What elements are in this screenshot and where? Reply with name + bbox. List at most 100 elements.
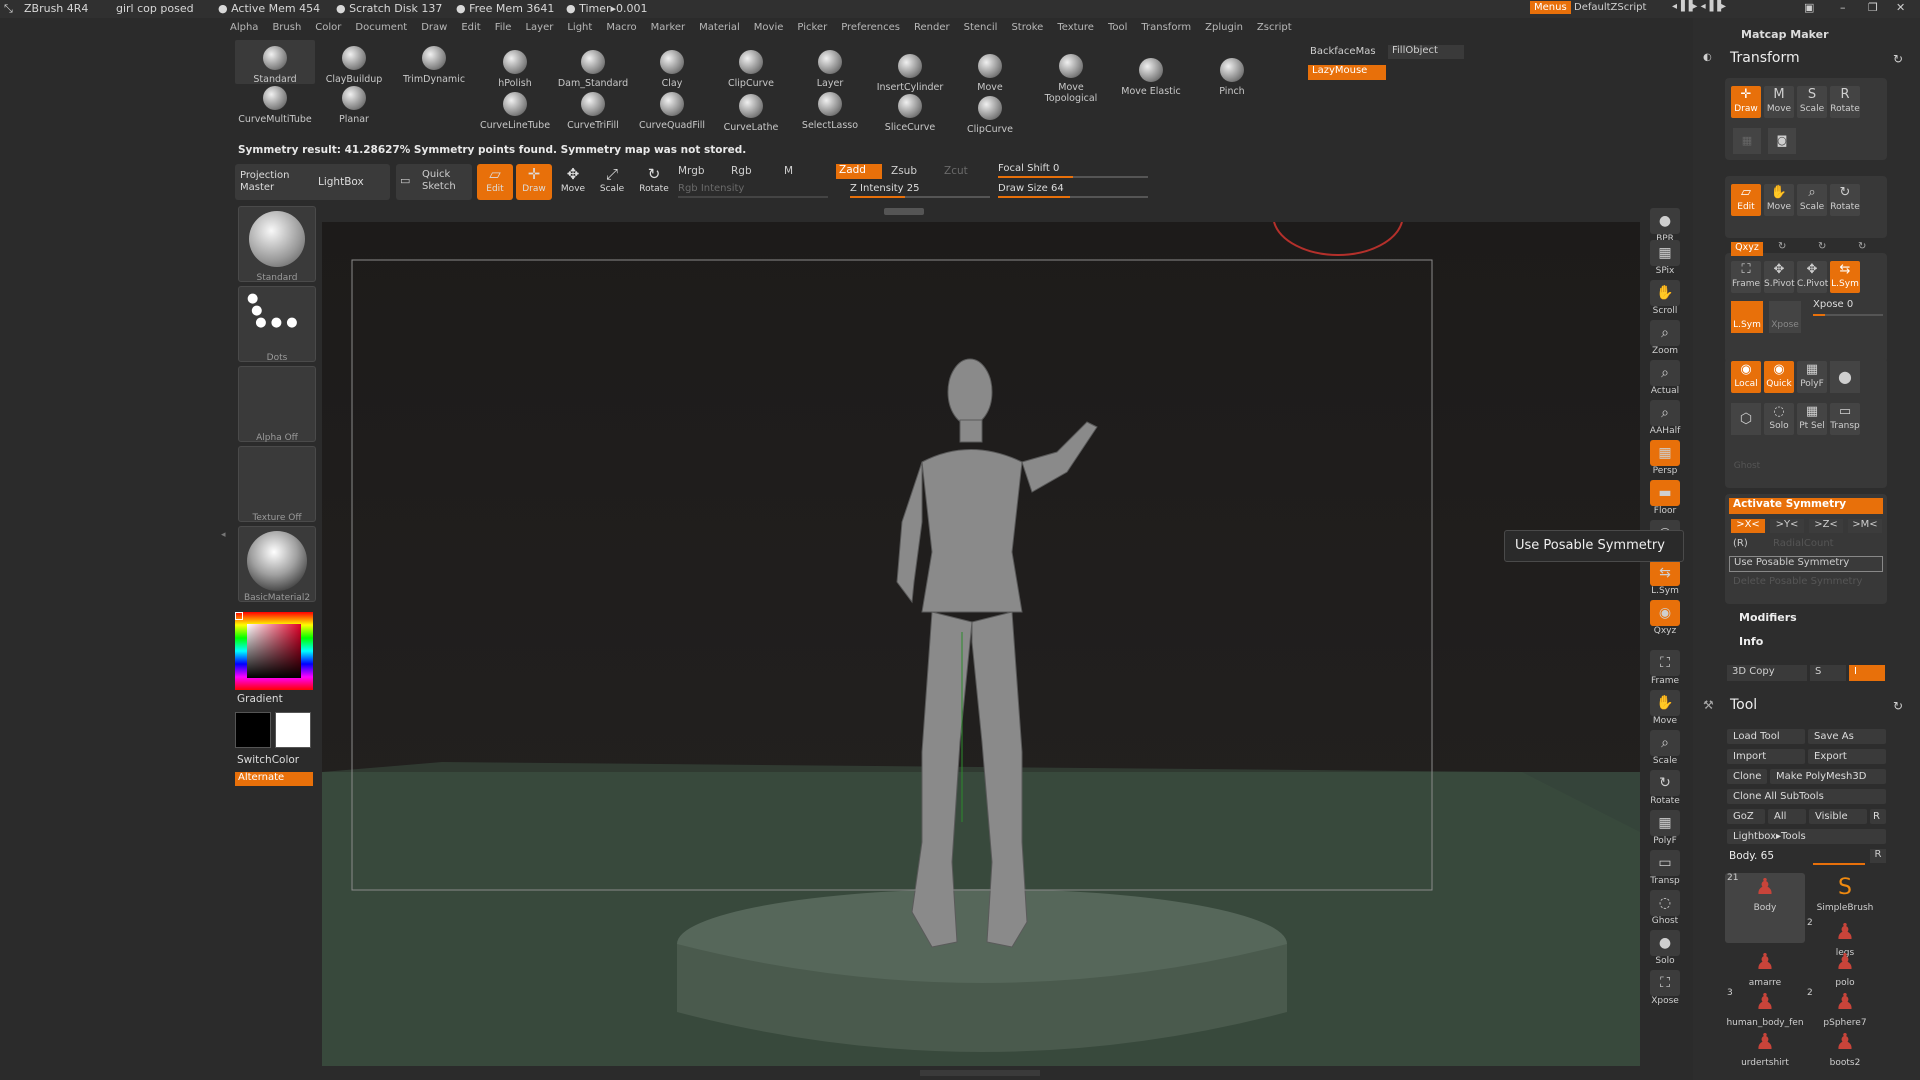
brush-clipcurve[interactable]: ClipCurve [950, 96, 1030, 135]
transform-pin-icon[interactable]: ↻ [1893, 52, 1903, 66]
menu-file[interactable]: File [495, 22, 512, 33]
menu-texture[interactable]: Texture [1057, 22, 1094, 33]
panel-l-sym-button[interactable]: ⇆ L.Sym [1830, 261, 1860, 293]
radial-count-slider[interactable]: RadialCount [1773, 538, 1834, 549]
export-button[interactable]: Export [1808, 749, 1886, 764]
lightbox-button[interactable]: LightBox [318, 176, 364, 188]
draw-button[interactable]: ✛ Draw [516, 164, 552, 200]
load-tool-button[interactable]: Load Tool [1727, 729, 1805, 744]
rotate-button[interactable]: ↻ Rotate [636, 164, 672, 200]
brush-pinch[interactable]: Pinch [1192, 58, 1272, 97]
shelf-move[interactable]: ✋ Move [1649, 690, 1681, 726]
close-icon[interactable]: ✕ [1896, 1, 1905, 14]
brush-dam-standard[interactable]: Dam_Standard [553, 50, 633, 89]
panel-rotate-button[interactable]: ↻ Rotate [1830, 184, 1860, 216]
brush-curvelinetube[interactable]: CurveLineTube [475, 92, 555, 131]
transform-title[interactable]: Transform [1730, 50, 1800, 66]
use-posable-symmetry-button[interactable]: Use Posable Symmetry [1729, 556, 1883, 572]
brush-slicecurve[interactable]: SliceCurve [870, 94, 950, 133]
rgb-intensity-track[interactable] [678, 196, 828, 198]
all-button[interactable]: All [1768, 809, 1806, 824]
panel-rotate-button[interactable]: R Rotate [1830, 86, 1860, 118]
material-thumb[interactable]: BasicMaterial2 [238, 526, 316, 603]
sym-axis-y[interactable]: >Y< [1770, 519, 1804, 533]
shelf-persp[interactable]: ▦ Persp [1649, 440, 1681, 476]
quick-sketch-button[interactable]: ▭ Quick Sketch [396, 164, 472, 200]
panel-polyf-button[interactable]: ▦ PolyF [1797, 361, 1827, 393]
restore-icon[interactable]: ❐ [1868, 1, 1878, 14]
qxyz-button[interactable]: Qxyz [1731, 242, 1763, 256]
goz-button[interactable]: GoZ [1727, 809, 1765, 824]
r-button-2[interactable]: R [1870, 849, 1886, 863]
cube-icon[interactable]: ⬡ [1731, 403, 1761, 435]
menu-document[interactable]: Document [355, 22, 407, 33]
panel-move-button[interactable]: M Move [1764, 86, 1794, 118]
brush-curvequadfill[interactable]: CurveQuadFill [632, 92, 712, 131]
menu-stroke[interactable]: Stroke [1011, 22, 1043, 33]
draw-size-slider[interactable]: Draw Size 64 [998, 183, 1064, 194]
move-button[interactable]: ✥ Move [555, 164, 591, 200]
draw-size-track[interactable] [998, 196, 1148, 198]
panel-move-button[interactable]: ✋ Move [1764, 184, 1794, 216]
brush-clipcurve[interactable]: ClipCurve [711, 50, 791, 89]
brush-layer[interactable]: Layer [790, 50, 870, 89]
m-button[interactable]: M [784, 165, 793, 177]
brush-curvetrifill[interactable]: CurveTriFill [553, 92, 633, 131]
shelf-transp[interactable]: ▭ Transp [1649, 850, 1681, 886]
menu-alpha[interactable]: Alpha [230, 22, 258, 33]
current-tool-name[interactable]: Body. 65 [1729, 850, 1774, 862]
menu-draw[interactable]: Draw [421, 22, 447, 33]
clone-all-subtools-button[interactable]: Clone All SubTools [1727, 789, 1886, 804]
alternate-button[interactable]: Alternate [235, 772, 313, 786]
subtool-boots2[interactable]: ♟ boots2 [1805, 1028, 1885, 1068]
panel-solo-button[interactable]: ◌ Solo [1764, 403, 1794, 435]
menus-button[interactable]: Menus [1530, 1, 1571, 14]
menu-material[interactable]: Material [699, 22, 740, 33]
rgb-button[interactable]: Rgb [731, 165, 752, 177]
panel-edit-button[interactable]: ▱ Edit [1731, 184, 1761, 216]
menu-picker[interactable]: Picker [797, 22, 827, 33]
activate-symmetry-button[interactable]: Activate Symmetry [1729, 498, 1883, 514]
shelf-ghost[interactable]: ◌ Ghost [1649, 890, 1681, 926]
brush-clay[interactable]: Clay [632, 50, 712, 89]
rotate-small-icon[interactable]: ↻ [1778, 241, 1786, 252]
menu-stencil[interactable]: Stencil [964, 22, 998, 33]
panel-scale-button[interactable]: ⌕ Scale [1797, 184, 1827, 216]
menu-marker[interactable]: Marker [651, 22, 686, 33]
shelf-rotate[interactable]: ↻ Rotate [1649, 770, 1681, 806]
shelf-bpr[interactable]: ● BPR [1649, 208, 1681, 244]
copy3d-button[interactable]: 3D Copy [1727, 665, 1807, 681]
scale-button[interactable]: ⤢ Scale [594, 164, 630, 200]
brush-move-elastic[interactable]: Move Elastic [1111, 58, 1191, 97]
menu-movie[interactable]: Movie [754, 22, 784, 33]
stroke-thumb[interactable]: ● ● ● ● ● Dots [238, 286, 316, 363]
clone-button[interactable]: Clone [1727, 769, 1767, 784]
menu-brush[interactable]: Brush [272, 22, 301, 33]
sym-axis-m[interactable]: >M< [1848, 519, 1882, 533]
tool-slider[interactable] [1813, 863, 1865, 865]
subtool-urdertshirt[interactable]: ♟ urdertshirt [1725, 1028, 1805, 1068]
brush-hpolish[interactable]: hPolish [475, 50, 555, 89]
panel-frame-button[interactable]: ⛶ Frame [1731, 261, 1761, 293]
subtool-polo[interactable]: ♟ polo [1805, 948, 1885, 988]
shelf-frame[interactable]: ⛶ Frame [1649, 650, 1681, 686]
lock-icon[interactable]: ▣ [1804, 1, 1814, 14]
brush-trimdynamic[interactable]: TrimDynamic [394, 46, 474, 85]
script-name[interactable]: DefaultZScript [1574, 2, 1646, 13]
tool-pin-icon[interactable]: ↻ [1893, 699, 1903, 713]
color-picker[interactable] [235, 612, 313, 690]
shelf-polyf[interactable]: ▦ PolyF [1649, 810, 1681, 846]
import-button[interactable]: Import [1727, 749, 1805, 764]
brush-curvelathe[interactable]: CurveLathe [711, 94, 791, 133]
subtool-human-body-fen[interactable]: ♟ human_body_fen 3 [1725, 988, 1805, 1028]
canvas[interactable] [322, 221, 1640, 1066]
i-button[interactable]: I [1849, 665, 1885, 681]
menu-render[interactable]: Render [914, 22, 950, 33]
rgb-intensity-slider[interactable]: Rgb Intensity [678, 183, 744, 194]
switchcolor-button[interactable]: SwitchColor [237, 754, 299, 766]
shelf-scroll[interactable]: ✋ Scroll [1649, 280, 1681, 316]
brush-claybuildup[interactable]: ClayBuildup [314, 46, 394, 85]
panel-draw-button[interactable]: ✛ Draw [1731, 86, 1761, 118]
s-button[interactable]: S [1810, 665, 1846, 681]
menu-layer[interactable]: Layer [525, 22, 553, 33]
